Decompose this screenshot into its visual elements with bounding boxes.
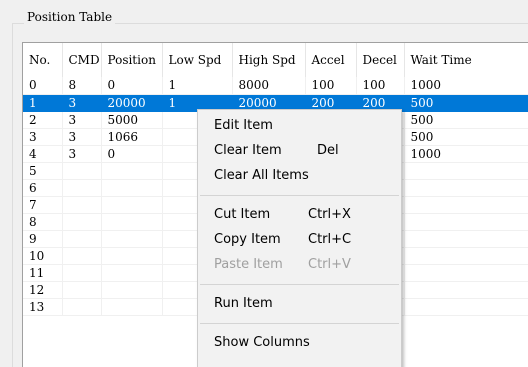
menu-item-show-columns[interactable]: Show Columns — [198, 330, 401, 355]
table-cell[interactable] — [101, 247, 163, 265]
table-cell[interactable]: 5 — [23, 162, 63, 180]
table-cell[interactable] — [404, 230, 528, 248]
context-menu: Edit Item Clear Item Del Clear All Items Cut… — [197, 109, 402, 367]
column-header[interactable]: High Spd — [232, 43, 306, 77]
table-header: No. CMD Position Low Spd High Spd Accel Decel W… — [23, 43, 528, 77]
table-cell[interactable]: 1066 — [101, 128, 163, 146]
table-cell[interactable]: 100 — [305, 77, 357, 95]
table-cell[interactable] — [62, 196, 102, 214]
menu-item-clear-item[interactable]: Clear Item Del — [198, 138, 401, 163]
table-cell[interactable]: 12 — [23, 281, 63, 299]
menu-item-label: Run Item — [214, 296, 273, 311]
table-cell[interactable] — [404, 247, 528, 265]
table-cell[interactable]: 10 — [23, 247, 63, 265]
table-cell[interactable]: 13 — [23, 298, 63, 316]
table-cell[interactable] — [404, 162, 528, 180]
menu-item-shortcut: Ctrl+X — [308, 207, 351, 222]
table-cell[interactable] — [404, 196, 528, 214]
table-cell[interactable] — [101, 281, 163, 299]
table-cell[interactable]: 2 — [23, 111, 63, 129]
table-cell[interactable] — [101, 298, 163, 316]
table-cell[interactable] — [101, 162, 163, 180]
table-cell[interactable]: 1000 — [404, 77, 528, 95]
table-cell[interactable]: 0 — [101, 145, 163, 163]
table-cell[interactable]: 1000 — [404, 145, 528, 163]
table-row[interactable]: 0 8 0 1 8000 100 100 1000 — [23, 77, 528, 95]
column-header[interactable]: Position — [101, 43, 163, 77]
group-title: Position Table — [24, 10, 116, 24]
menu-item-label: Paste Item — [214, 257, 283, 272]
table-cell[interactable] — [101, 230, 163, 248]
table-cell[interactable]: 11 — [23, 264, 63, 282]
table-cell[interactable] — [404, 213, 528, 231]
table-cell[interactable]: 3 — [62, 145, 102, 163]
table-cell[interactable] — [62, 213, 102, 231]
table-cell[interactable] — [62, 179, 102, 197]
column-header[interactable]: No. — [23, 43, 63, 77]
table-cell[interactable]: 20000 — [101, 94, 163, 112]
table-cell[interactable]: 1 — [23, 94, 63, 112]
table-cell[interactable] — [62, 298, 102, 316]
menu-item-label: Copy Item — [214, 232, 281, 247]
menu-item-shortcut: Ctrl+V — [308, 257, 351, 272]
table-cell[interactable]: 3 — [62, 94, 102, 112]
menu-separator — [200, 323, 399, 324]
table-cell[interactable] — [404, 179, 528, 197]
table-cell[interactable]: 1 — [162, 77, 233, 95]
table-cell[interactable] — [62, 162, 102, 180]
table-cell[interactable]: 5000 — [101, 111, 163, 129]
menu-item-cut-item[interactable]: Cut Item Ctrl+X — [198, 202, 401, 227]
column-header[interactable]: CMD — [62, 43, 102, 77]
menu-item-label: Clear All Items — [214, 168, 309, 183]
menu-item-run-item[interactable]: Run Item — [198, 291, 401, 316]
table-cell[interactable]: 500 — [404, 94, 528, 112]
table-cell[interactable]: 3 — [62, 128, 102, 146]
menu-item-paste-item: Paste Item Ctrl+V — [198, 252, 401, 277]
table-cell[interactable] — [404, 281, 528, 299]
table-cell[interactable]: 500 — [404, 111, 528, 129]
menu-item-label: Edit Item — [214, 118, 273, 133]
menu-item-clear-all-items[interactable]: Clear All Items — [198, 163, 401, 188]
table-cell[interactable]: 500 — [404, 128, 528, 146]
table-cell[interactable] — [62, 230, 102, 248]
table-cell[interactable]: 0 — [101, 77, 163, 95]
table-cell[interactable]: 0 — [23, 77, 63, 95]
menu-item-label: Cut Item — [214, 207, 271, 222]
table-cell[interactable] — [62, 264, 102, 282]
column-header[interactable]: Decel — [356, 43, 405, 77]
menu-separator — [200, 284, 399, 285]
menu-item-copy-item[interactable]: Copy Item Ctrl+C — [198, 227, 401, 252]
table-cell[interactable]: 3 — [23, 128, 63, 146]
table-cell[interactable] — [404, 298, 528, 316]
table-cell[interactable]: 8 — [23, 213, 63, 231]
table-cell[interactable]: 3 — [62, 111, 102, 129]
menu-separator — [200, 195, 399, 196]
table-cell[interactable] — [62, 247, 102, 265]
table-cell[interactable]: 6 — [23, 179, 63, 197]
table-cell[interactable] — [101, 213, 163, 231]
table-cell[interactable] — [101, 179, 163, 197]
table-cell[interactable]: 4 — [23, 145, 63, 163]
column-header[interactable]: Accel — [305, 43, 357, 77]
table-cell[interactable] — [101, 264, 163, 282]
menu-item-edit-item[interactable]: Edit Item — [198, 113, 401, 138]
table-cell[interactable]: 8 — [62, 77, 102, 95]
table-cell[interactable]: 100 — [356, 77, 405, 95]
menu-item-label: Clear Item — [214, 143, 282, 158]
table-cell[interactable] — [101, 196, 163, 214]
menu-item-shortcut: Ctrl+C — [308, 232, 352, 247]
table-cell[interactable]: 8000 — [232, 77, 306, 95]
column-header[interactable]: Wait Time — [404, 43, 528, 77]
menu-item-shortcut: Del — [317, 143, 339, 158]
table-cell[interactable]: 7 — [23, 196, 63, 214]
column-header[interactable]: Low Spd — [162, 43, 233, 77]
table-cell[interactable]: 9 — [23, 230, 63, 248]
menu-item-label: Show Columns — [214, 335, 310, 350]
table-cell[interactable] — [404, 264, 528, 282]
table-cell[interactable] — [62, 281, 102, 299]
